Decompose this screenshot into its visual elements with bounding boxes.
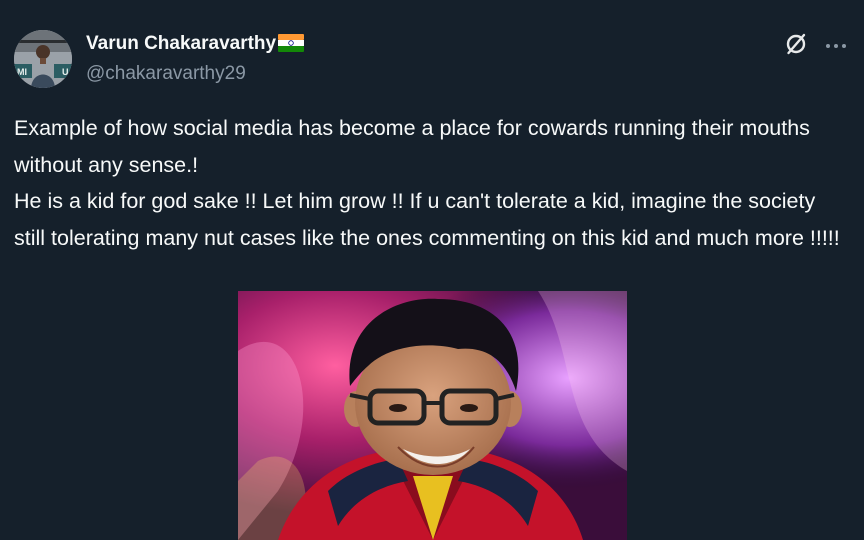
author-names: Varun Chakaravarthy @chakaravarthy29 xyxy=(86,32,305,86)
avatar[interactable]: MI U xyxy=(14,30,72,88)
author-handle[interactable]: @chakaravarthy29 xyxy=(86,62,304,86)
tweet-header: MI U Varun Chakaravarthy @chakaravarthy2… xyxy=(14,28,850,90)
tweet-paragraph-2: He is a kid for god sake !! Let him grow… xyxy=(14,189,840,250)
author-display-name[interactable]: Varun Chakaravarthy xyxy=(86,32,276,56)
tweet-post: MI U Varun Chakaravarthy @chakaravarthy2… xyxy=(0,0,864,540)
svg-text:MI: MI xyxy=(17,67,27,77)
grok-slash-circle-icon xyxy=(784,32,808,61)
more-options-button[interactable] xyxy=(822,32,850,60)
tweet-text: Example of how social media has become a… xyxy=(14,110,844,256)
tweet-media-photo[interactable] xyxy=(238,291,627,540)
boy-with-glasses-photo xyxy=(238,291,627,540)
author-display-name-row[interactable]: Varun Chakaravarthy xyxy=(86,32,305,56)
more-dots-icon xyxy=(825,37,847,55)
india-flag-icon xyxy=(278,34,305,52)
grok-button[interactable] xyxy=(782,32,810,60)
svg-text:U: U xyxy=(62,67,69,77)
tweet-paragraph-1: Example of how social media has become a… xyxy=(14,116,810,177)
